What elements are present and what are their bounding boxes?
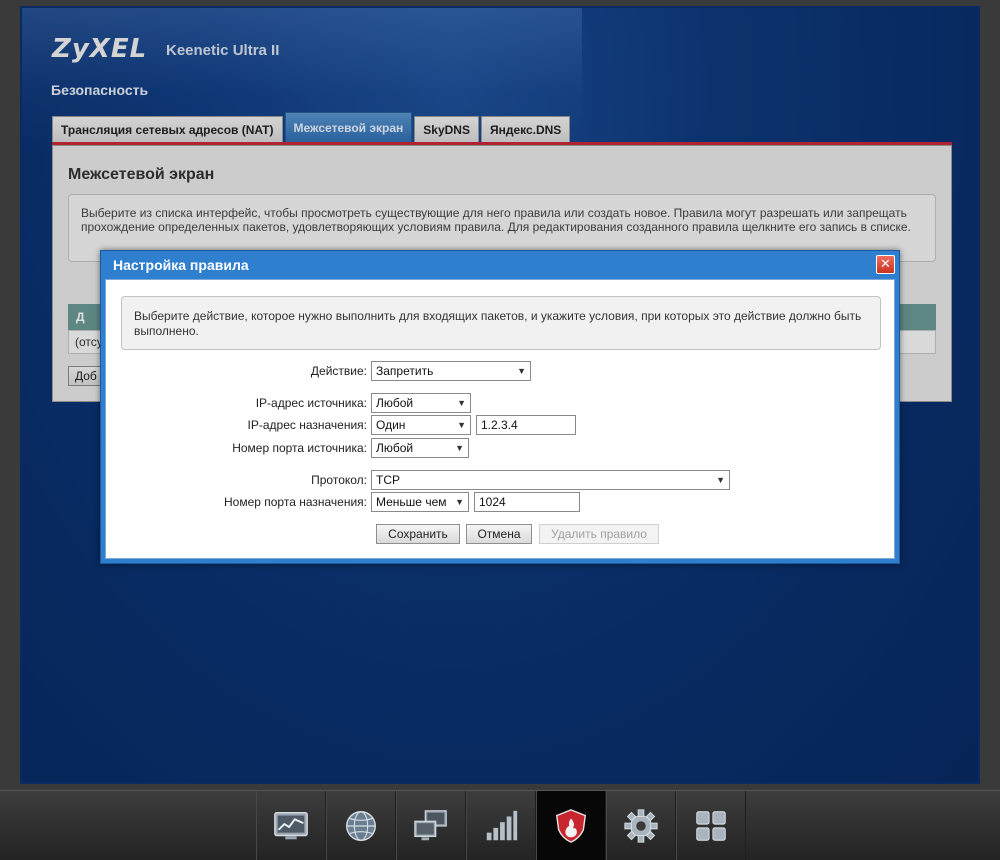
apps-grid-icon xyxy=(696,811,726,841)
monitor-icon xyxy=(274,811,308,840)
dst-ip-label: IP-адрес назначения: xyxy=(247,418,367,432)
chevron-down-icon: ▼ xyxy=(455,443,464,453)
taskbar-settings[interactable] xyxy=(606,791,676,860)
protocol-select-value: TCP xyxy=(376,473,400,487)
row-action: Действие: Запретить ▼ xyxy=(106,360,531,382)
action-select[interactable]: Запретить ▼ xyxy=(371,361,531,381)
dst-ip-select[interactable]: Один ▼ xyxy=(371,415,471,435)
dialog-body: Выберите действие, которое нужно выполни… xyxy=(105,279,895,559)
gear-icon xyxy=(624,809,658,843)
dst-port-input[interactable]: 1024 xyxy=(474,492,580,512)
chevron-down-icon: ▼ xyxy=(457,420,466,430)
close-icon[interactable]: ✕ xyxy=(876,255,895,274)
protocol-select[interactable]: TCP ▼ xyxy=(371,470,730,490)
delete-rule-button[interactable]: Удалить правило xyxy=(539,524,659,544)
taskbar-wifi[interactable] xyxy=(466,791,536,860)
dst-port-select[interactable]: Меньше чем ▼ xyxy=(371,492,469,512)
save-button[interactable]: Сохранить xyxy=(376,524,460,544)
src-ip-select[interactable]: Любой ▼ xyxy=(371,393,471,413)
src-port-select-value: Любой xyxy=(376,441,414,455)
dst-port-select-value: Меньше чем xyxy=(376,495,447,509)
wifi-signal-icon xyxy=(486,810,518,841)
dst-ip-address-input[interactable]: 1.2.3.4 xyxy=(476,415,576,435)
row-dst-port: Номер порта назначения: Меньше чем ▼ 102… xyxy=(106,491,580,513)
dialog-info: Выберите действие, которое нужно выполни… xyxy=(121,296,881,350)
chevron-down-icon: ▼ xyxy=(457,398,466,408)
protocol-label: Протокол: xyxy=(311,473,367,487)
taskbar xyxy=(0,790,1000,860)
taskbar-security[interactable] xyxy=(536,791,606,860)
row-dst-ip: IP-адрес назначения: Один ▼ 1.2.3.4 xyxy=(106,414,576,436)
taskbar-apps[interactable] xyxy=(676,791,746,860)
src-ip-label: IP-адрес источника: xyxy=(255,396,367,410)
src-port-label: Номер порта источника: xyxy=(232,441,367,455)
globe-icon xyxy=(346,811,376,841)
taskbar-home-network[interactable] xyxy=(396,791,466,860)
security-shield-icon xyxy=(555,809,587,843)
row-src-ip: IP-адрес источника: Любой ▼ xyxy=(106,392,471,414)
chevron-down-icon: ▼ xyxy=(716,475,725,485)
chevron-down-icon: ▼ xyxy=(517,366,526,376)
chevron-down-icon: ▼ xyxy=(455,497,464,507)
home-network-icon xyxy=(414,810,447,841)
cancel-button[interactable]: Отмена xyxy=(466,524,532,544)
taskbar-monitor[interactable] xyxy=(256,791,326,860)
row-src-port: Номер порта источника: Любой ▼ xyxy=(106,437,469,459)
taskbar-internet[interactable] xyxy=(326,791,396,860)
dialog-title: Настройка правила xyxy=(113,257,249,273)
rule-settings-dialog: Настройка правила ✕ Выберите действие, к… xyxy=(100,250,900,564)
row-protocol: Протокол: TCP ▼ xyxy=(106,469,730,491)
src-port-select[interactable]: Любой ▼ xyxy=(371,438,469,458)
src-ip-select-value: Любой xyxy=(376,396,414,410)
dst-port-label: Номер порта назначения: xyxy=(223,495,367,509)
dst-ip-select-value: Один xyxy=(376,418,406,432)
action-select-value: Запретить xyxy=(376,364,434,378)
action-label: Действие: xyxy=(310,364,367,378)
